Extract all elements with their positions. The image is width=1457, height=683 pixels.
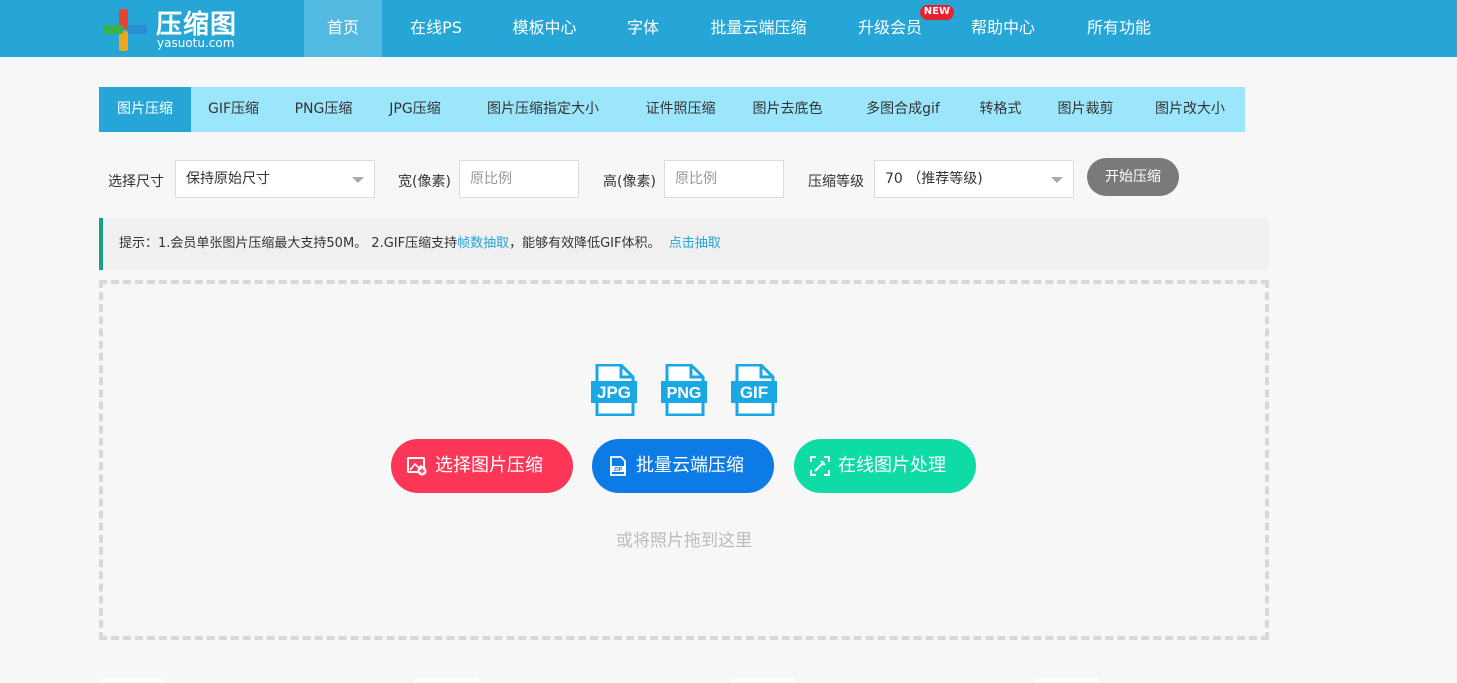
zip-file-icon: ZIP [610, 456, 626, 476]
upload-drop-zone[interactable]: JPG PNG GIF 选择图片压缩 ZIP 批量云端压缩 在线图片处理 或将照… [99, 280, 1269, 640]
nav-home[interactable]: 首页 [304, 0, 382, 57]
level-select-value: 70 （推荐等级) [885, 171, 983, 187]
tab-id-photo-compress[interactable]: 证件照压缩 [627, 87, 734, 132]
tab-image-compress[interactable]: 图片压缩 [99, 87, 191, 132]
tab-jpg-compress[interactable]: JPG压缩 [371, 87, 459, 132]
nav-fonts[interactable]: 字体 [599, 0, 687, 57]
batch-cloud-compress-button[interactable]: ZIP 批量云端压缩 [592, 439, 774, 493]
tip-text-middle: ，能够有效降低GIF体积。 [509, 236, 661, 251]
tip-text: 提示：1.会员单张图片压缩最大支持50M。 2.GIF压缩支持 [119, 236, 458, 251]
svg-text:GIF: GIF [740, 383, 768, 402]
logo-cross-icon [103, 9, 147, 51]
tab-resize[interactable]: 图片改大小 [1135, 87, 1245, 132]
logo[interactable]: 压缩图 yasuotu.com [103, 7, 253, 51]
batch-cloud-compress-label: 批量云端压缩 [636, 455, 744, 476]
gif-file-icon: GIF [731, 364, 777, 416]
level-label: 压缩等级 [808, 174, 864, 190]
edit-image-icon [810, 456, 830, 476]
width-input[interactable]: 原比例 [459, 160, 579, 198]
height-input[interactable]: 原比例 [664, 160, 784, 198]
tab-gif-compress[interactable]: GIF压缩 [191, 87, 276, 132]
new-badge: NEW [919, 5, 954, 20]
chevron-down-icon [352, 177, 364, 183]
online-image-edit-label: 在线图片处理 [838, 455, 946, 476]
width-label: 宽(像素) [398, 174, 451, 190]
logo-domain: yasuotu.com [157, 36, 235, 50]
svg-text:JPG: JPG [597, 383, 631, 402]
svg-text:PNG: PNG [667, 385, 702, 402]
online-image-edit-button[interactable]: 在线图片处理 [794, 439, 976, 493]
top-navbar: 压缩图 yasuotu.com 首页 在线PS 模板中心 字体 批量云端压缩 升… [0, 0, 1457, 57]
tab-remove-background[interactable]: 图片去底色 [734, 87, 841, 132]
nav-templates[interactable]: 模板中心 [490, 0, 599, 57]
size-label: 选择尺寸 [108, 174, 164, 190]
size-select[interactable]: 保持原始尺寸 [175, 160, 375, 198]
level-select[interactable]: 70 （推荐等级) [874, 160, 1074, 198]
bottom-card [99, 678, 165, 683]
select-image-compress-button[interactable]: 选择图片压缩 [391, 439, 573, 493]
tip-bar: 提示：1.会员单张图片压缩最大支持50M。 2.GIF压缩支持帧数抽取，能够有效… [99, 218, 1269, 270]
main-nav: 首页 在线PS 模板中心 字体 批量云端压缩 升级会员 NEW 帮助中心 所有功… [304, 0, 1182, 57]
height-label: 高(像素) [603, 174, 656, 190]
tab-compress-to-size[interactable]: 图片压缩指定大小 [459, 87, 627, 132]
nav-upgrade-vip-label: 升级会员 [857, 18, 922, 37]
nav-help[interactable]: 帮助中心 [950, 0, 1056, 57]
png-file-icon: PNG [661, 364, 707, 416]
drag-drop-hint: 或将照片拖到这里 [616, 531, 752, 551]
jpg-file-icon: JPG [591, 364, 637, 416]
tab-merge-gif[interactable]: 多图合成gif [841, 87, 965, 132]
tab-crop[interactable]: 图片裁剪 [1036, 87, 1135, 132]
tab-png-compress[interactable]: PNG压缩 [276, 87, 371, 132]
add-image-icon [407, 457, 427, 476]
nav-batch-compress[interactable]: 批量云端压缩 [687, 0, 830, 57]
nav-upgrade-vip[interactable]: 升级会员 NEW [830, 0, 954, 57]
size-select-value: 保持原始尺寸 [186, 171, 270, 187]
nav-all-features[interactable]: 所有功能 [1056, 0, 1182, 57]
frame-extract-link[interactable]: 帧数抽取 [457, 236, 509, 251]
bottom-card [1034, 678, 1100, 683]
bottom-card [730, 678, 796, 683]
tab-convert-format[interactable]: 转格式 [965, 87, 1036, 132]
click-extract-link[interactable]: 点击抽取 [669, 236, 721, 251]
chevron-down-icon [1051, 177, 1063, 183]
nav-online-ps[interactable]: 在线PS [382, 0, 490, 57]
svg-text:ZIP: ZIP [614, 467, 623, 473]
tool-tabs: 图片压缩 GIF压缩 PNG压缩 JPG压缩 图片压缩指定大小 证件照压缩 图片… [99, 87, 1245, 132]
select-image-compress-label: 选择图片压缩 [435, 455, 543, 476]
start-compress-button[interactable]: 开始压缩 [1087, 158, 1179, 196]
bottom-card [414, 678, 480, 683]
